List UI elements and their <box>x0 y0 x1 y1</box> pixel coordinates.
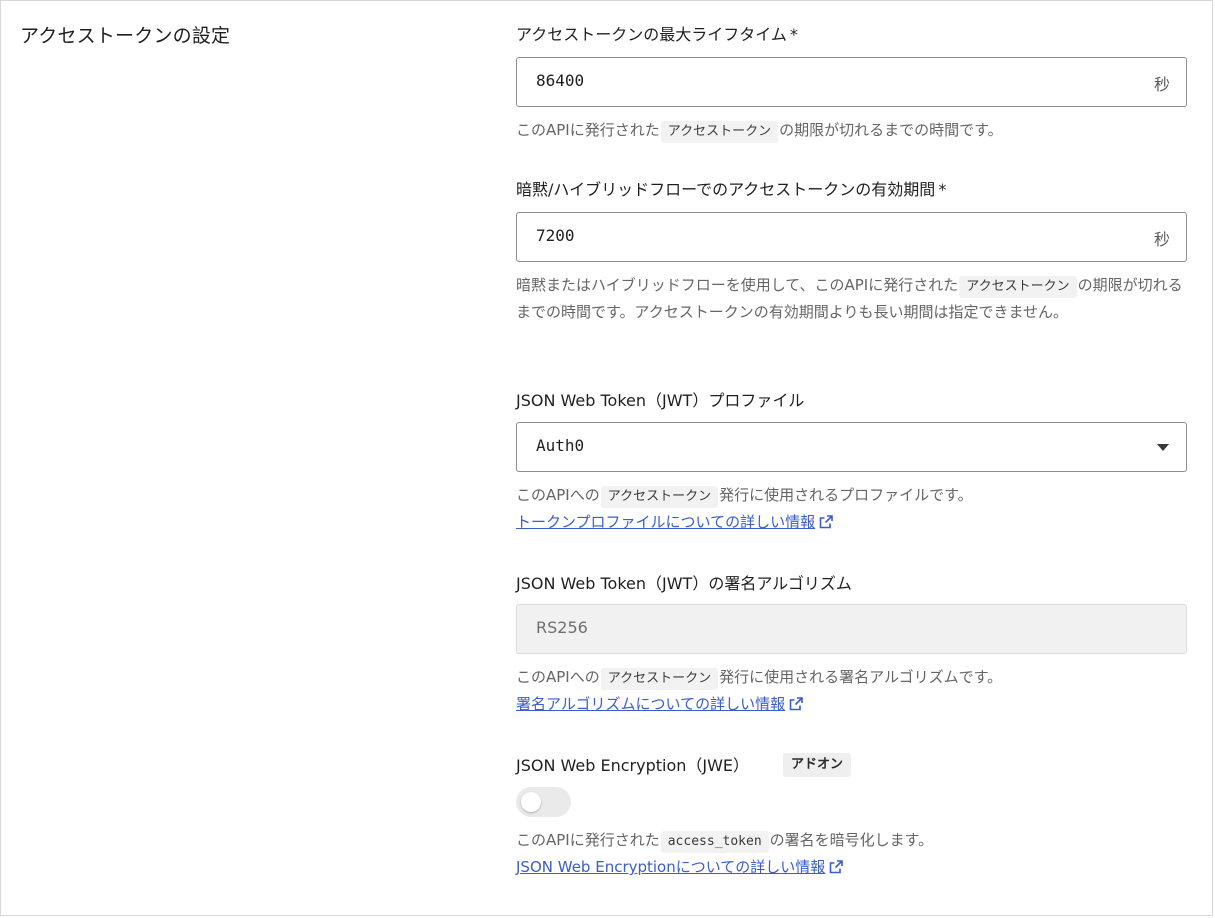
jwt-profile-label: JSON Web Token（JWT）プロファイル <box>516 391 805 410</box>
implicit-lifetime-input[interactable]: 7200 秒 <box>516 212 1187 262</box>
help-text: 発行に使用されるプロファイルです。 <box>719 486 973 504</box>
implicit-lifetime-value: 7200 <box>536 226 575 245</box>
signing-algorithm-value: RS256 <box>536 618 588 637</box>
jwe-toggle[interactable] <box>516 787 571 817</box>
signing-algorithm-input: RS256 <box>516 604 1187 654</box>
help-text: 発行に使用される署名アルゴリズムです。 <box>719 668 1003 686</box>
jwe-help: このAPIに発行された access_token の署名を暗号化します。 JSON … <box>516 827 1187 883</box>
max-lifetime-value: 86400 <box>536 71 585 90</box>
toggle-knob <box>521 792 541 812</box>
signing-algorithm-label: JSON Web Token（JWT）の署名アルゴリズム <box>516 574 852 593</box>
signing-algorithm-docs-link[interactable]: 署名アルゴリズムについての詳しい情報 <box>516 695 785 713</box>
required-mark: * <box>938 180 947 199</box>
max-lifetime-label-text: アクセストークンの最大ライフタイム <box>516 25 787 44</box>
addon-badge: アドオン <box>783 753 852 777</box>
help-text: このAPIへの <box>516 668 600 686</box>
external-link-icon[interactable] <box>819 511 833 538</box>
chevron-down-icon <box>1157 444 1169 451</box>
help-text: の期限が切れるまでの時間です。 <box>779 121 1003 139</box>
implicit-lifetime-help: 暗黙またはハイブリッドフローを使用して、このAPIに発行された アクセストークンの… <box>516 272 1187 326</box>
seconds-unit: 秒 <box>1153 230 1170 249</box>
help-text: 暗黙またはハイブリッドフローを使用して、このAPIに発行された <box>516 276 959 294</box>
help-text: の署名を暗号化します。 <box>769 831 934 849</box>
external-link-icon[interactable] <box>789 693 803 720</box>
code-chip: アクセストークン <box>600 668 719 690</box>
jwt-profile-select[interactable]: Auth0 <box>516 422 1187 472</box>
max-lifetime-help: このAPIに発行された アクセストークン の期限が切れるまでの時間です。 <box>516 117 1187 144</box>
help-text: このAPIに発行された <box>516 831 660 849</box>
max-lifetime-label: アクセストークンの最大ライフタイム * <box>516 21 798 45</box>
jwe-label: JSON Web Encryption（JWE） <box>516 756 750 775</box>
settings-panel: アクセストークンの設定 アクセストークンの最大ライフタイム * 86400 秒 こ… <box>0 0 1213 916</box>
code-chip: アクセストークン <box>959 276 1077 298</box>
code-chip: アクセストークン <box>600 486 719 508</box>
seconds-unit: 秒 <box>1153 75 1170 94</box>
implicit-lifetime-label-text: 暗黙/ハイブリッドフローでのアクセストークンの有効期間 <box>516 180 936 199</box>
external-link-icon[interactable] <box>829 856 844 883</box>
jwt-profile-help: このAPIへの アクセストークン 発行に使用されるプロファイルです。 トークンプロフ… <box>516 482 1187 538</box>
jwt-profile-selected: Auth0 <box>536 436 585 455</box>
max-lifetime-input[interactable]: 86400 秒 <box>516 57 1187 107</box>
section-title: アクセストークンの設定 <box>20 25 231 47</box>
help-text: このAPIに発行された <box>516 121 660 139</box>
code-chip: アクセストークン <box>660 121 779 143</box>
implicit-lifetime-label: 暗黙/ハイブリッドフローでのアクセストークンの有効期間 * <box>516 176 946 200</box>
help-text: このAPIへの <box>516 486 600 504</box>
jwe-docs-link[interactable]: JSON Web Encryptionについての詳しい情報 <box>516 858 825 876</box>
signing-algorithm-help: このAPIへの アクセストークン 発行に使用される署名アルゴリズムです。 署名アルゴ… <box>516 664 1187 720</box>
required-mark: * <box>789 25 798 44</box>
code-chip: access_token <box>660 831 769 853</box>
token-profile-docs-link[interactable]: トークンプロファイルについての詳しい情報 <box>516 513 815 531</box>
